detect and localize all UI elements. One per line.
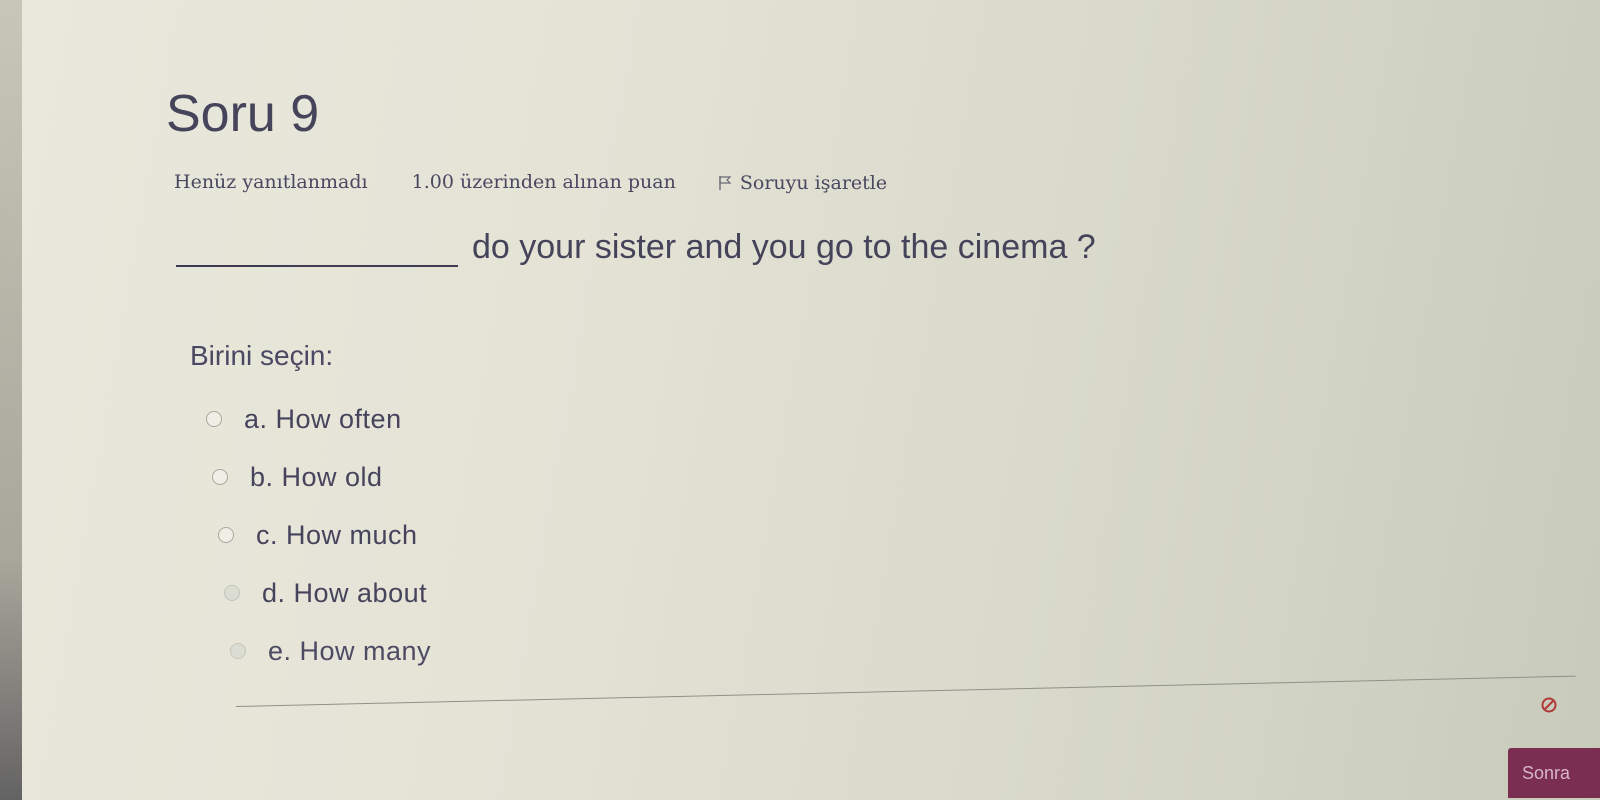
screen-edge-shadow <box>0 0 22 800</box>
question-title: Soru 9 <box>166 85 320 143</box>
option-label: c. How much <box>256 519 418 550</box>
answer-prompt: Birini seçin: <box>190 340 334 371</box>
radio-button[interactable] <box>230 643 246 659</box>
radio-button[interactable] <box>224 585 240 601</box>
settings-icon[interactable] <box>1540 696 1558 714</box>
question-info: Henüz yanıtlanmadı 1.00 üzerinden alınan… <box>174 170 887 194</box>
radio-button[interactable] <box>218 527 234 543</box>
answer-blank <box>176 239 458 267</box>
answer-option-e[interactable]: e. How many <box>230 622 431 680</box>
question-status: Henüz yanıtlanmadı <box>174 171 368 193</box>
radio-button[interactable] <box>212 469 228 485</box>
section-divider <box>235 675 1576 707</box>
answer-option-c[interactable]: c. How much <box>218 506 431 564</box>
next-page-button[interactable]: Sonra <box>1508 748 1600 798</box>
option-label: d. How about <box>262 577 428 608</box>
answer-options: a. How often b. How old c. How much d. H… <box>206 390 431 680</box>
flag-question-label: Soruyu işaretle <box>739 171 888 194</box>
question-text: do your sister and you go to the cinema … <box>472 228 1096 266</box>
flag-icon <box>719 175 732 190</box>
option-label: e. How many <box>268 635 432 666</box>
question-container: Soru 9 Henüz yanıtlanmadı 1.00 üzerinden… <box>166 78 1416 666</box>
radio-button[interactable] <box>206 411 222 427</box>
answer-option-a[interactable]: a. How often <box>206 390 431 448</box>
answer-option-b[interactable]: b. How old <box>212 448 431 506</box>
option-label: b. How old <box>250 461 383 492</box>
question-grade: 1.00 üzerinden alınan puan <box>411 171 676 193</box>
flag-question-link[interactable]: Soruyu işaretle <box>718 171 887 194</box>
question-text-row: do your sister and you go to the cinema … <box>176 228 1096 267</box>
answer-option-d[interactable]: d. How about <box>224 564 431 622</box>
option-label: a. How often <box>244 403 402 434</box>
